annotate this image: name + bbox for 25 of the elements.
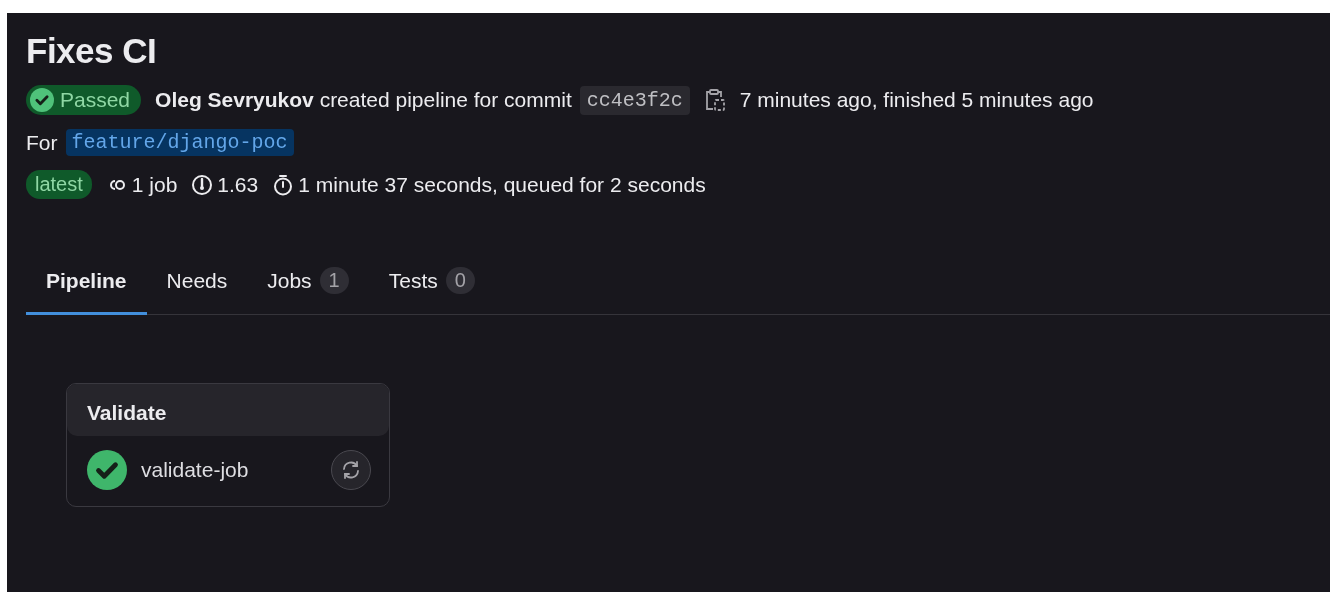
tab[interactable]: Jobs 1 bbox=[247, 257, 369, 315]
stat-text: 1 job bbox=[131, 172, 178, 197]
ref-label: For bbox=[26, 130, 58, 155]
commit-sha[interactable]: cc4e3f2c bbox=[579, 85, 690, 115]
stopwatch-icon bbox=[272, 173, 295, 196]
gauge-icon bbox=[191, 173, 214, 196]
timing-text: 7 minutes ago, finished 5 minutes ago bbox=[739, 88, 1094, 112]
pipeline-summary: Oleg Sevryukov created pipeline for commit bbox=[155, 88, 572, 112]
count-badge: 0 bbox=[445, 267, 475, 294]
refresh-icon bbox=[340, 459, 362, 481]
stat-text: 1.63 bbox=[217, 172, 259, 197]
check-icon bbox=[30, 88, 54, 112]
copy-icon[interactable] bbox=[703, 88, 726, 112]
latest-badge: latest bbox=[26, 170, 92, 199]
retry-button[interactable] bbox=[331, 450, 371, 490]
status-badge: Passed bbox=[26, 85, 142, 115]
tab[interactable]: Pipeline bbox=[26, 257, 147, 315]
stat-text: 1 minute 37 seconds, queued for 2 seconds bbox=[298, 172, 706, 197]
tab[interactable]: Tests 0 bbox=[368, 257, 495, 315]
pipeline-title: Fixes CI bbox=[26, 31, 157, 71]
tab[interactable]: Needs bbox=[146, 257, 248, 315]
job-name[interactable]: validate-job bbox=[141, 458, 317, 482]
stage-title: Validate bbox=[67, 384, 389, 436]
branch-link[interactable]: feature/django-poc bbox=[65, 129, 294, 156]
count-badge: 1 bbox=[319, 267, 349, 294]
